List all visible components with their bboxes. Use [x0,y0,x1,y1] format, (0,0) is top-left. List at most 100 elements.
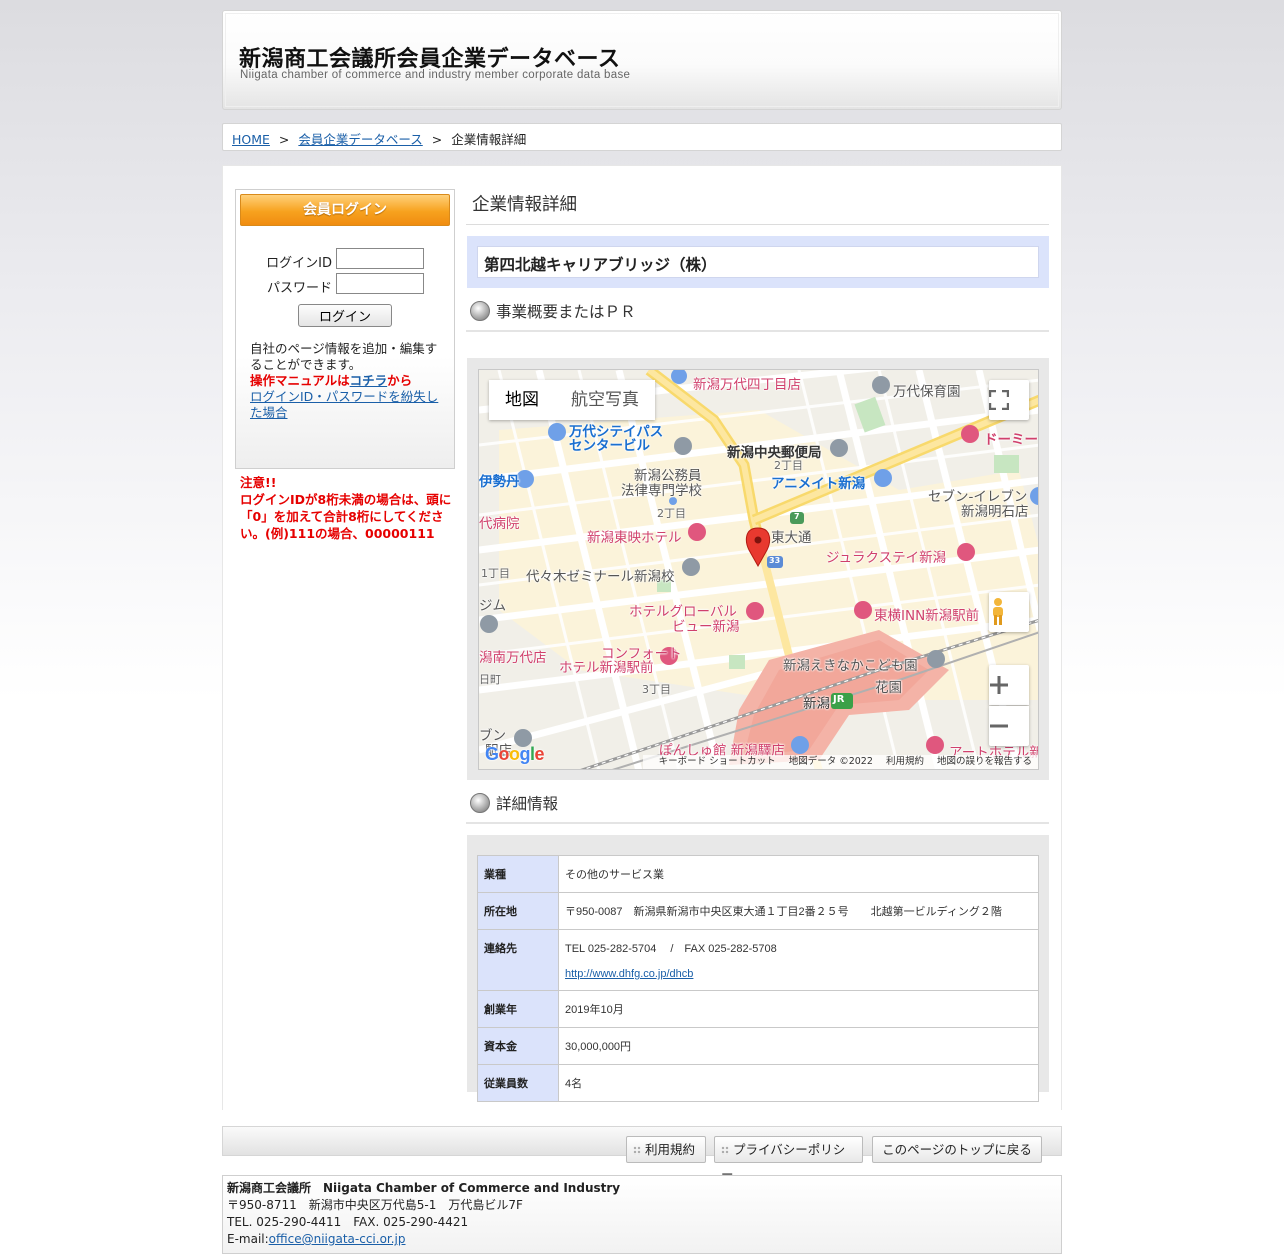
map-label: 日町 [479,673,501,686]
route-shield: 33 [769,556,781,565]
table-row: 業種 その他のサービス業 [477,855,1039,893]
map-attribution: キーボード ショートカット 地図データ ©2022 利用規約 地図の誤りを報告す… [642,755,1038,769]
password-input[interactable] [336,273,424,294]
detail-value: TEL 025-282-5704 / FAX 025-282-5708 [565,943,777,955]
bullet-icon [470,793,490,813]
map-label: 東横INN新潟駅前 [874,608,980,624]
company-name: 第四北越キャリアブリッジ（株） [477,246,1039,278]
section-detail-heading: 詳細情報 [470,792,558,814]
map-label: 花園 [875,680,902,696]
detail-value-contact: TEL 025-282-5704 / FAX 025-282-5708 http… [558,929,1039,991]
login-notice: 注意!! ログインIDが8桁未満の場合は、頭に「0」を加えて合計8桁にしてくださ… [240,474,454,542]
section-detail-label: 詳細情報 [496,795,559,813]
site-subtitle: Niigata chamber of commerce and industry… [240,69,631,81]
map-label: ドーミー [984,432,1038,448]
map-label: ジュラクステイ新潟 [826,550,947,566]
divider [466,224,1049,225]
map-label: 代病院 [479,516,520,532]
map-label: センタービル [569,438,650,454]
footer-info: 新潟商工会議所 Niigata Chamber of Commerce and … [222,1175,1062,1254]
map-type-control: 地図 航空写真 [489,380,655,420]
detail-value: 30,000,000円 [558,1027,1039,1065]
bullet-icon [470,301,490,321]
manual-link[interactable]: コチラ [350,373,388,388]
map-label: 新潟明石店 [961,504,1029,520]
map-type-map-button[interactable]: 地図 [489,380,555,420]
keyboard-shortcuts-link[interactable]: キーボード ショートカット [659,756,776,767]
detail-label: 所在地 [477,892,559,930]
lost-credentials-link[interactable]: ログインID・パスワードを紛失した場合 [250,389,438,420]
map-label: 伊勢丹 [479,474,520,490]
table-row: 創業年 2019年10月 [477,990,1039,1028]
map-label: アニメイト新潟 [771,476,866,492]
back-to-top-button[interactable]: このページのトップに戻る [872,1136,1042,1163]
login-button[interactable]: ログイン [298,304,392,327]
breadcrumb-current: 企業情報詳細 [451,132,527,147]
map-label: 2丁目 [657,507,686,520]
page-title: 企業情報詳細 [472,195,577,215]
section-pr-heading: 事業概要またはＰＲ [470,300,636,322]
pegman-icon[interactable] [989,592,1029,632]
map-label: 新潟えきなかこども園 [783,658,918,674]
map-label: 潟南万代店 [479,650,547,666]
map-terms-link[interactable]: 利用規約 [886,756,924,767]
table-row: 資本金 30,000,000円 [477,1027,1039,1065]
login-help-text: 自社のページ情報を追加・編集することができます。 操作マニュアルはコチラから ロ… [250,341,446,421]
map-label: 法律専門学校 [621,483,702,499]
map-report-link[interactable]: 地図の誤りを報告する [937,756,1032,767]
privacy-policy-button[interactable]: プライバシーポリシー [714,1136,863,1182]
company-name-band: 第四北越キャリアブリッジ（株） [467,236,1049,288]
fullscreen-icon[interactable] [989,380,1029,420]
grip-icon [633,1146,641,1155]
login-id-input[interactable] [336,248,424,269]
google-map[interactable]: 新潟万代四丁目店 万代保育園 万代シテイパス センタービル 新潟中央郵便局 ドー… [478,369,1039,770]
route-shield: 7 [794,512,800,521]
password-label: パスワード [266,281,332,296]
detail-label: 従業員数 [477,1064,559,1102]
map-label: 東大通 [771,530,812,546]
site-header: 新潟商工会議所会員企業データベース Niigata chamber of com… [222,10,1062,110]
detail-label: 業種 [477,855,559,893]
breadcrumb-home-link[interactable]: HOME [232,132,270,147]
map-data-credit: 地図データ ©2022 [788,756,873,767]
footer-email-link[interactable]: office@niigata-cci.or.jp [269,1232,406,1246]
breadcrumb-database-link[interactable]: 会員企業データベース [298,132,422,147]
map-label: 万代保育園 [893,384,961,400]
google-logo: Google [485,744,545,764]
detail-table: 業種 その他のサービス業 所在地 〒950-0087 新潟県新潟市中央区東大通１… [477,855,1039,1102]
detail-label: 連絡先 [477,929,559,991]
footer-tel: TEL. 025-290-4411 FAX. 025-290-4421 [227,1215,469,1229]
footer-email-line: E-mail:office@niigata-cci.or.jp [227,1231,1057,1248]
zoom-out-icon[interactable] [989,706,1029,746]
detail-value: 4名 [558,1064,1039,1102]
terms-button[interactable]: 利用規約 [626,1136,706,1163]
map-label: ジム [479,598,506,614]
map-label: 2丁目 [774,459,803,472]
zoom-in-icon[interactable] [989,665,1029,705]
breadcrumb: HOME > 会員企業データベース > 企業情報詳細 [222,123,1062,151]
divider [466,822,1049,824]
terms-label: 利用規約 [645,1142,696,1157]
divider [466,330,1049,332]
manual-suffix: から [387,373,413,388]
footer-email-label: E-mail: [227,1232,269,1246]
map-label: ビュー新潟 [672,619,740,635]
table-row: 連絡先 TEL 025-282-5704 / FAX 025-282-5708 … [477,929,1039,991]
company-website-link[interactable]: http://www.dhfg.co.jp/dhcb [565,968,693,980]
table-row: 所在地 〒950-0087 新潟県新潟市中央区東大通１丁目2番２５号 北越第一ビ… [477,892,1039,930]
map-label: 1丁目 [481,567,510,580]
breadcrumb-separator: > [278,132,290,147]
map-type-satellite-button[interactable]: 航空写真 [555,380,655,420]
map-label: 新潟万代四丁目店 [693,377,801,393]
section-pr-label: 事業概要またはＰＲ [496,303,636,321]
manual-prefix: 操作マニュアルは [250,373,350,388]
detail-value: 2019年10月 [558,990,1039,1028]
footer-org: 新潟商工会議所 Niigata Chamber of Commerce and … [227,1181,621,1195]
map-label: 3丁目 [642,683,671,696]
detail-value: その他のサービス業 [558,855,1039,893]
detail-label: 資本金 [477,1027,559,1065]
login-id-label: ログインID [266,256,332,271]
jr-station-icon: JR [833,694,845,705]
map-label: 代々木ゼミナール新潟校 [526,569,675,585]
map-label: 新潟 [803,696,830,712]
